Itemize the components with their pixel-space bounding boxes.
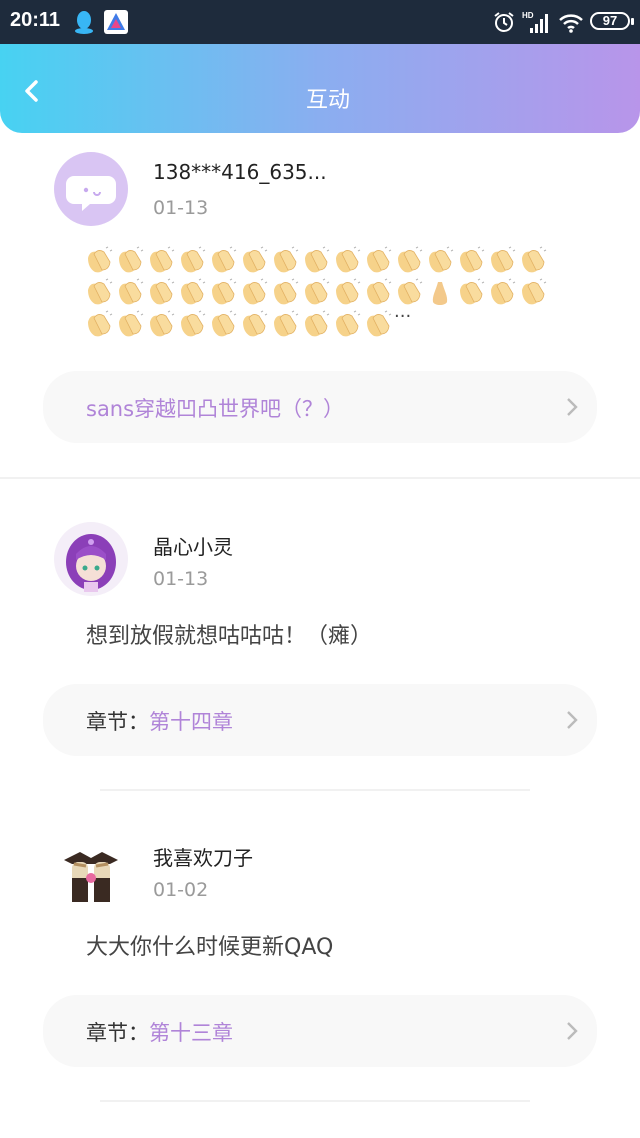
clapping-hands-icon (429, 246, 454, 273)
divider (100, 1100, 530, 1102)
clapping-hands-icon (367, 278, 392, 305)
clapping-hands-icon (305, 278, 330, 305)
clapping-hands-icon (367, 246, 392, 273)
clapping-hands-icon (181, 310, 206, 337)
content-ellipsis: ··· (394, 306, 412, 327)
linked-chapter-button[interactable]: 章节：第十四章 (43, 684, 597, 756)
clapping-hands-icon (460, 278, 485, 305)
clapping-hands-icon (119, 310, 144, 337)
comment-date: 01-13 (153, 568, 209, 590)
clapping-hands-icon (212, 278, 237, 305)
clapping-hands-icon (522, 246, 547, 273)
clapping-hands-icon (274, 246, 299, 273)
clapping-hands-icon (243, 310, 268, 337)
comment-username[interactable]: 晶心小灵 (153, 531, 233, 560)
clapping-hands-icon (150, 278, 175, 305)
header-bar: 互动 (0, 44, 640, 133)
linked-work-title: sans穿越凹凸世界吧（？） (86, 397, 345, 421)
clapping-hands-icon (150, 310, 175, 337)
chevron-right-icon (567, 398, 578, 416)
clapping-hands-icon (88, 246, 113, 273)
clapping-hands-icon (212, 310, 237, 337)
clapping-hands-icon (88, 310, 113, 337)
clapping-hands-icon (274, 278, 299, 305)
page-title: 互动 (305, 88, 350, 113)
chevron-right-icon (567, 711, 578, 729)
clapping-hands-icon (336, 246, 361, 273)
comment-date: 01-13 (153, 197, 209, 219)
alarm-icon (494, 12, 514, 32)
clapping-hands-icon (274, 310, 299, 337)
status-time: 20:11 (10, 9, 61, 31)
clapping-hands-icon (88, 278, 113, 305)
comment-username[interactable]: 我喜欢刀子 (153, 842, 253, 871)
clapping-hands-icon (243, 278, 268, 305)
qq-icon (75, 11, 93, 34)
linked-work-button[interactable]: sans穿越凹凸世界吧（？） (43, 371, 597, 443)
user-avatar[interactable] (54, 522, 128, 596)
clapping-hands-icon (305, 310, 330, 337)
chapter-title: 第十四章 (149, 710, 233, 734)
chat-bubble-avatar-icon[interactable] (54, 152, 128, 226)
clapping-hands-icon (491, 278, 516, 305)
linked-chapter-button[interactable]: 章节：第十三章 (43, 995, 597, 1067)
chapter-title: 第十三章 (149, 1021, 233, 1045)
clapping-hands-icon (181, 278, 206, 305)
clapping-hands-icon (367, 310, 392, 337)
svg-text:HD: HD (522, 11, 534, 20)
clapping-hands-icon (88, 246, 547, 337)
wifi-icon (559, 14, 583, 33)
clapping-hands-icon (119, 278, 144, 305)
clapping-hands-icon (398, 246, 423, 273)
clapping-hands-icon (181, 246, 206, 273)
battery-icon: 97 (590, 12, 634, 30)
clapping-hands-icon (243, 246, 268, 273)
clapping-hands-icon (491, 246, 516, 273)
divider (100, 789, 530, 791)
hd-signal-icon: HD (522, 11, 548, 33)
comment-username[interactable]: 138***416_635... (153, 160, 327, 184)
chapter-label: 章节： (86, 1021, 149, 1045)
clapping-hands-icon (150, 246, 175, 273)
comment-date: 01-02 (153, 879, 209, 901)
user-avatar[interactable] (54, 834, 128, 908)
comment-content: 想到放假就想咕咕咕！（瘫） (86, 624, 373, 649)
clapping-hands-icon (398, 278, 423, 305)
clapping-hands-icon (522, 278, 547, 305)
clapping-hands-icon (212, 246, 237, 273)
divider (0, 477, 640, 479)
clapping-hands-icon (336, 278, 361, 305)
comment-content: ··· (84, 246, 564, 342)
chevron-right-icon (567, 1022, 578, 1040)
app-icon (104, 10, 128, 34)
clapping-hands-icon (119, 246, 144, 273)
status-bar: 20:11 HD 97 (0, 0, 640, 44)
nose-icon (432, 282, 448, 305)
comment-content: 大大你什么时候更新QAQ (86, 935, 334, 960)
clapping-hands-icon (336, 310, 361, 337)
clapping-hands-icon (460, 246, 485, 273)
chapter-label: 章节： (86, 710, 149, 734)
clapping-hands-icon (305, 246, 330, 273)
